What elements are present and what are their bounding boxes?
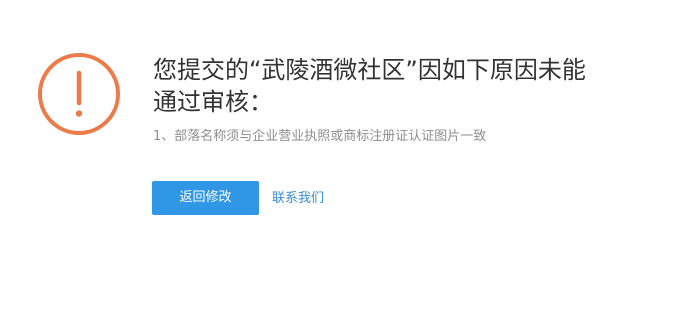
back-to-edit-button[interactable]: 返回修改 [152, 181, 259, 215]
exclamation-circle-icon [38, 53, 120, 135]
review-failed-page: 您提交的“武陵酒微社区”因如下原因未能 通过审核： 1、部落名称须与企业营业执照… [0, 0, 678, 324]
contact-us-link[interactable]: 联系我们 [272, 190, 324, 208]
rejection-reason: 1、部落名称须与企业营业执照或商标注册证认证图片一致 [153, 129, 487, 144]
review-failed-title: 您提交的“武陵酒微社区”因如下原因未能 通过审核： [153, 56, 586, 116]
